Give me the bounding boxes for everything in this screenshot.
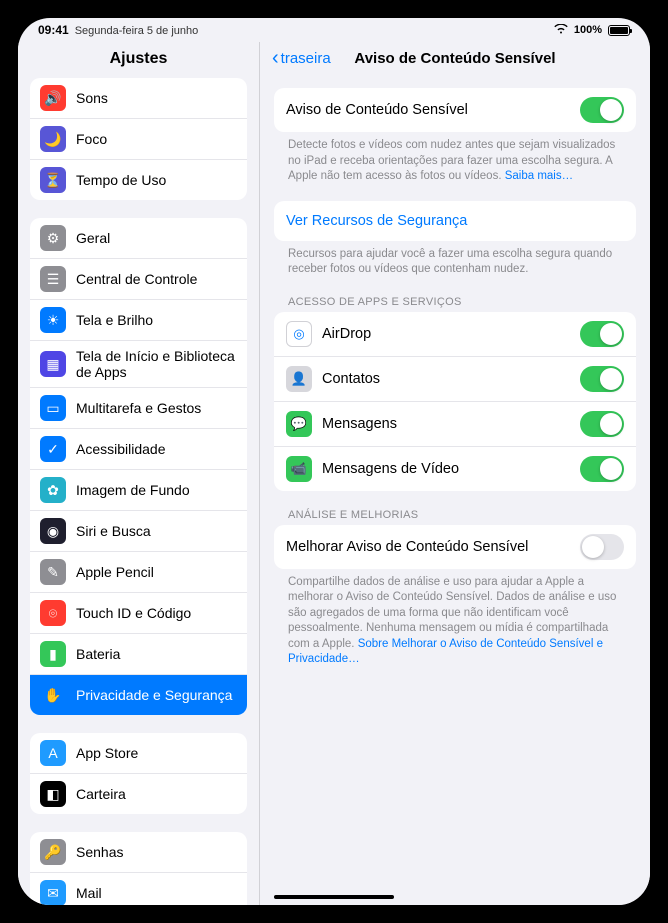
sidebar-item-icon: ▮ <box>40 641 66 667</box>
sidebar-item[interactable]: ▭ Multitarefa e Gestos <box>30 388 247 429</box>
sidebar-item-label: Privacidade e Segurança <box>76 687 237 703</box>
app-label: Contatos <box>322 371 380 387</box>
back-label: traseira <box>281 50 331 67</box>
sidebar-item-label: Central de Controle <box>76 271 237 287</box>
sidebar-item[interactable]: ✓ Acessibilidade <box>30 429 247 470</box>
sidebar-item-label: Tela de Início e Biblioteca de Apps <box>76 348 237 380</box>
sidebar-item-icon: ▦ <box>40 351 66 377</box>
sidebar-item-label: Tela e Brilho <box>76 312 237 328</box>
sidebar-item-label: Tempo de Uso <box>76 172 237 188</box>
sidebar-item-icon: ▭ <box>40 395 66 421</box>
sidebar-item-icon: ◉ <box>40 518 66 544</box>
sidebar-item-label: Carteira <box>76 786 237 802</box>
app-access-row[interactable]: 📹 Mensagens de Vídeo <box>274 447 636 491</box>
sidebar-item-icon: ⚙︎ <box>40 225 66 251</box>
sidebar-item[interactable]: 🌙 Foco <box>30 119 247 160</box>
app-access-row[interactable]: 👤 Contatos <box>274 357 636 402</box>
chevron-left-icon: ‹ <box>272 48 279 68</box>
sidebar-item-icon: 🌙 <box>40 126 66 152</box>
sidebar-item-label: Bateria <box>76 646 237 662</box>
wifi-icon <box>554 23 568 37</box>
sidebar-item[interactable]: ✿ Imagem de Fundo <box>30 470 247 511</box>
sidebar-item-icon: ☰ <box>40 266 66 292</box>
toggle-switch[interactable] <box>580 411 624 437</box>
sidebar-item-label: Touch ID e Código <box>76 605 237 621</box>
sidebar-item-label: App Store <box>76 745 237 761</box>
sidebar-item-icon: ☀︎ <box>40 307 66 333</box>
battery-percent: 100% <box>574 24 602 36</box>
toggle-switch[interactable] <box>580 534 624 560</box>
detail-pane: ‹ traseira Aviso de Conteúdo Sensível Av… <box>260 42 650 905</box>
main-footer-text: Detecte fotos e vídeos com nudez antes q… <box>274 132 636 185</box>
sidebar-item[interactable]: 🔊 Sons <box>30 78 247 119</box>
row-label: Aviso de Conteúdo Sensível <box>286 102 468 118</box>
sidebar-item-icon: ⏳ <box>40 167 66 193</box>
improve-warning-toggle-row[interactable]: Melhorar Aviso de Conteúdo Sensível <box>274 525 636 569</box>
sidebar-item[interactable]: ⌾ Touch ID e Código <box>30 593 247 634</box>
app-icon: ◎ <box>286 321 312 347</box>
sidebar-item[interactable]: ▦ Tela de Início e Biblioteca de Apps <box>30 341 247 388</box>
sidebar-item-icon: A <box>40 740 66 766</box>
sidebar-item-icon: 🔑 <box>40 839 66 865</box>
app-access-row[interactable]: 💬 Mensagens <box>274 402 636 447</box>
apps-section-header: Acesso de Apps e Serviços <box>274 278 636 312</box>
sidebar-item[interactable]: ☰ Central de Controle <box>30 259 247 300</box>
sidebar-item[interactable]: ✋ Privacidade e Segurança <box>30 675 247 715</box>
app-icon: 📹 <box>286 456 312 482</box>
sensitive-content-warning-toggle-row[interactable]: Aviso de Conteúdo Sensível <box>274 88 636 132</box>
toggle-switch[interactable] <box>580 321 624 347</box>
analysis-footer-text: Compartilhe dados de análise e uso para … <box>274 569 636 668</box>
sidebar-item[interactable]: ◧ Carteira <box>30 774 247 814</box>
sidebar-item-label: Mail <box>76 885 237 901</box>
analysis-section-header: Análise e Melhorias <box>274 491 636 525</box>
toggle-switch[interactable] <box>580 456 624 482</box>
sidebar-item-icon: ✋ <box>40 682 66 708</box>
sidebar-item[interactable]: ☀︎ Tela e Brilho <box>30 300 247 341</box>
battery-icon <box>608 25 630 36</box>
app-icon: 💬 <box>286 411 312 437</box>
sidebar-title: Ajustes <box>18 42 259 78</box>
home-indicator[interactable] <box>274 895 394 899</box>
status-bar: 09:41 Segunda-feira 5 de junho 100% <box>18 18 650 42</box>
sidebar-item-label: Senhas <box>76 844 237 860</box>
view-safety-resources-link[interactable]: Ver Recursos de Segurança <box>274 201 636 241</box>
settings-sidebar: Ajustes 🔊 Sons 🌙 Foco ⏳ Tempo de Uso ⚙︎ Geral ☰ C… <box>18 42 260 905</box>
app-icon: 👤 <box>286 366 312 392</box>
sidebar-item[interactable]: A App Store <box>30 733 247 774</box>
sidebar-item-label: Apple Pencil <box>76 564 237 580</box>
app-label: Mensagens de Vídeo <box>322 461 459 477</box>
sidebar-item-label: Siri e Busca <box>76 523 237 539</box>
sidebar-item-icon: ⌾ <box>40 600 66 626</box>
back-button[interactable]: ‹ traseira <box>272 48 331 68</box>
sidebar-item-icon: ◧ <box>40 781 66 807</box>
app-label: AirDrop <box>322 326 371 342</box>
learn-more-link[interactable]: Saiba mais… <box>505 170 573 182</box>
sidebar-item[interactable]: ✉︎ Mail <box>30 873 247 905</box>
sidebar-item-label: Multitarefa e Gestos <box>76 400 237 416</box>
sidebar-item-icon: 🔊 <box>40 85 66 111</box>
sidebar-item[interactable]: ⚙︎ Geral <box>30 218 247 259</box>
sidebar-item[interactable]: ▮ Bateria <box>30 634 247 675</box>
sidebar-item-label: Acessibilidade <box>76 441 237 457</box>
sidebar-item-icon: ✓ <box>40 436 66 462</box>
app-label: Mensagens <box>322 416 397 432</box>
sidebar-item[interactable]: 🔑 Senhas <box>30 832 247 873</box>
sidebar-item-label: Sons <box>76 90 237 106</box>
status-time: 09:41 <box>38 23 69 37</box>
resources-footer-text: Recursos para ajudar você a fazer uma es… <box>274 241 636 278</box>
sidebar-item[interactable]: ◉ Siri e Busca <box>30 511 247 552</box>
sidebar-item-icon: ✎ <box>40 559 66 585</box>
sidebar-item-label: Geral <box>76 230 237 246</box>
sidebar-item-label: Imagem de Fundo <box>76 482 237 498</box>
app-access-row[interactable]: ◎ AirDrop <box>274 312 636 357</box>
status-date: Segunda-feira 5 de junho <box>75 25 199 37</box>
row-label: Melhorar Aviso de Conteúdo Sensível <box>286 539 528 555</box>
sidebar-item-icon: ✉︎ <box>40 880 66 905</box>
sidebar-item[interactable]: ✎ Apple Pencil <box>30 552 247 593</box>
sidebar-item-icon: ✿ <box>40 477 66 503</box>
toggle-switch[interactable] <box>580 366 624 392</box>
toggle-switch[interactable] <box>580 97 624 123</box>
sidebar-item-label: Foco <box>76 131 237 147</box>
sidebar-item[interactable]: ⏳ Tempo de Uso <box>30 160 247 200</box>
